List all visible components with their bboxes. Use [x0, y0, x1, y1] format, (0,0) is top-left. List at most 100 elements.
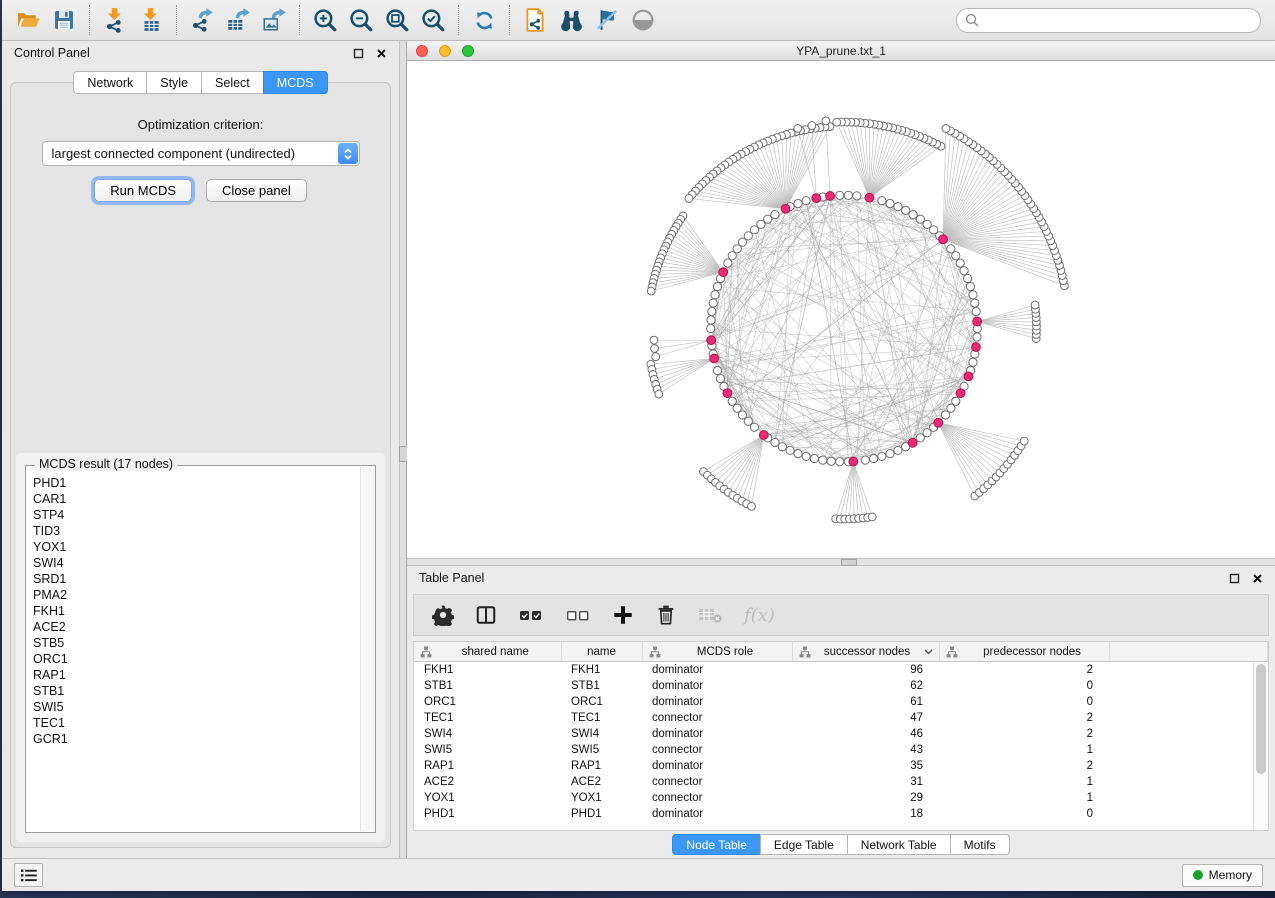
export-network-button[interactable]: [184, 3, 220, 37]
network-search-box[interactable]: [956, 8, 1261, 33]
table-row[interactable]: ACE2ACE2connector311: [414, 774, 1268, 790]
mcds-result-item[interactable]: SWI5: [27, 699, 360, 715]
hide-details-button[interactable]: [589, 3, 625, 37]
table-row[interactable]: FKH1FKH1dominator962: [414, 662, 1268, 679]
import-table-button[interactable]: [133, 3, 169, 37]
open-file-button[interactable]: [10, 3, 46, 37]
delete-table-button-disabled: [698, 601, 723, 629]
mcds-result-item[interactable]: TID3: [27, 523, 360, 539]
search-icon: [965, 13, 979, 27]
tab-mcds[interactable]: MCDS: [263, 71, 328, 94]
toolbar-separator: [299, 5, 300, 35]
mcds-result-item[interactable]: CAR1: [27, 491, 360, 507]
mcds-result-item[interactable]: TEC1: [27, 715, 360, 731]
mcds-result-item[interactable]: STB1: [27, 683, 360, 699]
optimization-criterion-label: Optimization criterion:: [11, 117, 390, 132]
vertical-splitter[interactable]: [399, 41, 407, 858]
table-row[interactable]: SWI5SWI5connector431: [414, 742, 1268, 758]
column-header-shared-name[interactable]: shared name: [414, 642, 561, 662]
table-row[interactable]: PHD1PHD1dominator180: [414, 806, 1268, 822]
refresh-icon: [472, 8, 497, 33]
tab-edge-table[interactable]: Edge Table: [760, 834, 848, 855]
tab-style[interactable]: Style: [146, 71, 202, 94]
network-graph[interactable]: [407, 61, 1275, 558]
unselect-all-columns-button[interactable]: [565, 601, 591, 629]
table-scrollbar[interactable]: [1253, 662, 1268, 830]
table-cell: dominator: [642, 662, 792, 679]
zoom-out-button[interactable]: [343, 3, 379, 37]
mcds-result-item[interactable]: STP4: [27, 507, 360, 523]
column-header-name[interactable]: name: [561, 642, 642, 662]
mcds-result-item[interactable]: STB5: [27, 635, 360, 651]
delete-column-button[interactable]: [655, 601, 677, 629]
create-column-button[interactable]: [612, 601, 634, 629]
export-image-button[interactable]: [256, 3, 292, 37]
mcds-result-list[interactable]: PHD1CAR1STP4TID3YOX1SWI4SRD1PMA2FKH1ACE2…: [27, 475, 360, 831]
import-network-button[interactable]: [97, 3, 133, 37]
table-row[interactable]: TEC1TEC1connector472: [414, 710, 1268, 726]
close-panel-icon[interactable]: [1252, 573, 1263, 584]
table-row[interactable]: STB1STB1dominator620: [414, 678, 1268, 694]
table-cell: 2: [939, 710, 1109, 726]
refresh-view-button[interactable]: [466, 3, 502, 37]
network-window-titlebar[interactable]: YPA_prune.txt_1: [407, 41, 1275, 61]
task-history-button[interactable]: [14, 863, 43, 887]
network-canvas[interactable]: [407, 61, 1275, 558]
column-browser-button[interactable]: [475, 601, 497, 629]
export-table-button[interactable]: [220, 3, 256, 37]
table-row[interactable]: YOX1YOX1connector291: [414, 790, 1268, 806]
float-panel-icon[interactable]: [1229, 573, 1240, 584]
mcds-result-item[interactable]: YOX1: [27, 539, 360, 555]
memory-button[interactable]: Memory: [1182, 864, 1263, 887]
toolbar-separator: [458, 5, 459, 35]
splitter-handle[interactable]: [841, 559, 857, 566]
float-panel-icon[interactable]: [353, 48, 364, 59]
tab-node-table[interactable]: Node Table: [672, 834, 761, 855]
mcds-result-item[interactable]: PMA2: [27, 587, 360, 603]
table-cell: TEC1: [414, 710, 561, 726]
table-row[interactable]: SWI4SWI4dominator462: [414, 726, 1268, 742]
mcds-result-item[interactable]: ORC1: [27, 651, 360, 667]
close-panel-icon[interactable]: [376, 48, 387, 59]
window-zoom-button[interactable]: [462, 45, 474, 57]
zoom-fit-button[interactable]: [379, 3, 415, 37]
first-neighbors-button[interactable]: [553, 3, 589, 37]
run-mcds-button[interactable]: Run MCDS: [94, 179, 192, 202]
table-scrollbar-thumb[interactable]: [1256, 664, 1266, 774]
mcds-result-item[interactable]: FKH1: [27, 603, 360, 619]
show-hide-button[interactable]: [625, 3, 661, 37]
window-close-button[interactable]: [416, 45, 428, 57]
mcds-result-item[interactable]: GCR1: [27, 731, 360, 747]
table-row[interactable]: ORC1ORC1dominator610: [414, 694, 1268, 710]
toolbar-separator: [176, 5, 177, 35]
mcds-result-item[interactable]: PHD1: [27, 475, 360, 491]
close-panel-button[interactable]: Close panel: [206, 179, 307, 202]
tab-select[interactable]: Select: [201, 71, 264, 94]
table-cell: SWI4: [561, 726, 642, 742]
mcds-result-item[interactable]: RAP1: [27, 667, 360, 683]
optimization-criterion-select[interactable]: largest connected component (undirected): [42, 141, 360, 166]
export-network-file-button[interactable]: [517, 3, 553, 37]
window-minimize-button[interactable]: [439, 45, 451, 57]
mcds-result-item[interactable]: ACE2: [27, 619, 360, 635]
column-settings-button[interactable]: [432, 601, 454, 629]
zoom-selected-button[interactable]: [415, 3, 451, 37]
tab-network[interactable]: Network: [73, 71, 147, 94]
select-all-columns-button[interactable]: [518, 601, 544, 629]
table-row[interactable]: RAP1RAP1dominator352: [414, 758, 1268, 774]
mcds-list-scrollbar[interactable]: [360, 467, 374, 831]
tab-network-table[interactable]: Network Table: [847, 834, 951, 855]
column-header-predecessor-nodes[interactable]: predecessor nodes: [939, 642, 1109, 662]
mcds-result-item[interactable]: SWI4: [27, 555, 360, 571]
table-cell-filler: [1109, 710, 1268, 726]
column-header-mcds-role[interactable]: MCDS role: [642, 642, 792, 662]
table-cell: 0: [939, 806, 1109, 822]
mcds-result-item[interactable]: SRD1: [27, 571, 360, 587]
column-header-successor-nodes[interactable]: successor nodes: [792, 642, 939, 662]
save-session-button[interactable]: [46, 3, 82, 37]
combo-stepper[interactable]: [338, 143, 358, 164]
horizontal-splitter[interactable]: [407, 558, 1275, 566]
tab-motifs[interactable]: Motifs: [950, 834, 1010, 855]
search-input[interactable]: [984, 12, 1252, 28]
zoom-in-button[interactable]: [307, 3, 343, 37]
